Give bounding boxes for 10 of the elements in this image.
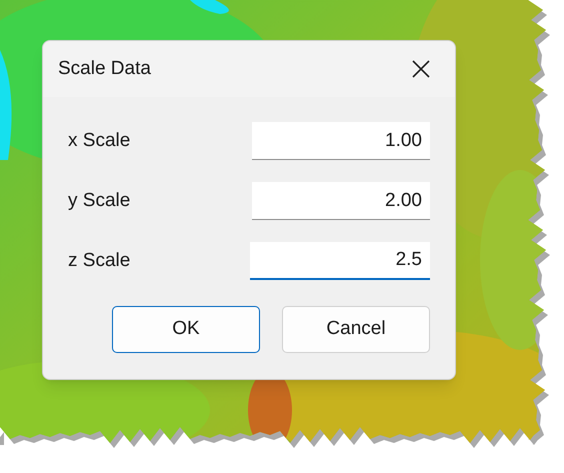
input-field[interactable]: 1.00 [252,122,430,160]
field-label: y Scale [68,188,130,213]
input-field[interactable]: 2.00 [252,182,430,220]
ok-button[interactable]: OK [112,306,260,353]
dialog-title: Scale Data [58,56,151,81]
field-label: x Scale [68,128,130,153]
input-field[interactable]: 2.5 [250,242,430,280]
cancel-button[interactable]: Cancel [282,306,430,353]
field-label: z Scale [68,248,130,273]
close-icon [411,59,431,79]
